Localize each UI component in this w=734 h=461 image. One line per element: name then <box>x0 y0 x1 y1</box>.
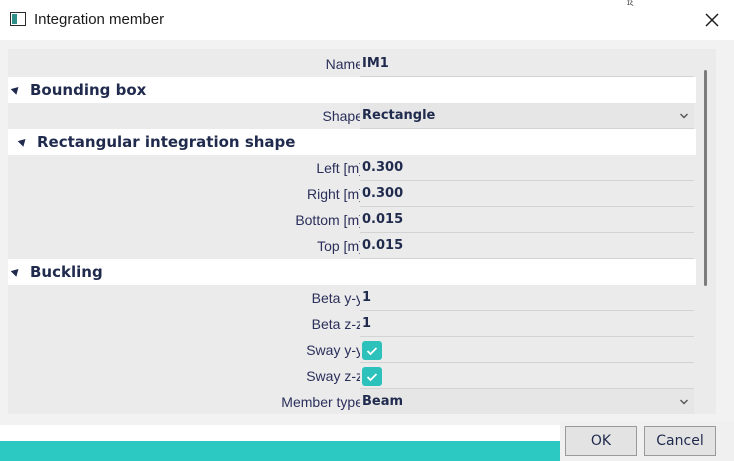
collapse-triangle-icon[interactable] <box>10 84 22 95</box>
section-bounding-box[interactable]: Bounding box <box>8 77 696 103</box>
bottom-value: 0.015 <box>362 212 404 227</box>
title-bar: Integration member ɪξ <box>0 0 734 40</box>
checkmark-icon <box>366 372 378 381</box>
sway-yy-cell <box>360 337 694 363</box>
property-label: Sway z-z <box>306 368 363 384</box>
property-row-sway-zz: Sway z-z <box>8 363 696 389</box>
property-row-beta-zz: Beta z-z 1 <box>8 311 696 337</box>
left-value: 0.300 <box>362 160 404 175</box>
property-row-bottom: Bottom [m] 0.015 <box>8 207 696 233</box>
left-field[interactable]: 0.300 <box>360 155 694 181</box>
property-row-sway-yy: Sway y-y <box>8 337 696 363</box>
ok-button[interactable]: OK <box>565 426 637 456</box>
right-field[interactable]: 0.300 <box>360 181 694 207</box>
bottom-field[interactable]: 0.015 <box>360 207 694 233</box>
property-label: Name <box>325 56 363 72</box>
property-label: Left [m] <box>316 160 363 176</box>
close-button[interactable] <box>690 0 734 40</box>
property-label: Beta y-y <box>311 290 363 306</box>
beta-zz-value: 1 <box>362 316 372 331</box>
cancel-button[interactable]: Cancel <box>644 426 716 456</box>
property-row-top: Top [m] 0.015 <box>8 233 696 259</box>
member-type-value: Beam <box>362 394 404 409</box>
top-mark: ɪξ <box>627 0 634 6</box>
section-title: Rectangular integration shape <box>37 133 296 151</box>
section-title: Buckling <box>30 263 103 281</box>
member-type-select[interactable]: Beam <box>360 389 694 414</box>
section-rectangular-shape[interactable]: Rectangular integration shape <box>8 129 696 155</box>
property-row-name: Name IM1 <box>8 51 696 77</box>
property-row-shape: Shape Rectangle <box>8 103 696 129</box>
property-label: Member type <box>281 394 363 410</box>
property-row-left: Left [m] 0.300 <box>8 155 696 181</box>
property-label: Right [m] <box>306 186 363 202</box>
property-label: Sway y-y <box>306 342 363 358</box>
sway-yy-checkbox[interactable] <box>362 341 382 360</box>
collapse-triangle-icon[interactable] <box>17 136 29 147</box>
property-row-beta-yy: Beta y-y 1 <box>8 285 696 311</box>
name-value: IM1 <box>362 56 389 71</box>
chevron-down-icon <box>680 399 688 405</box>
sway-zz-checkbox[interactable] <box>362 367 382 386</box>
beta-zz-field[interactable]: 1 <box>360 311 694 337</box>
checkmark-icon <box>366 346 378 355</box>
beta-yy-field[interactable]: 1 <box>360 285 694 311</box>
vertical-scrollbar[interactable] <box>704 70 707 286</box>
section-buckling[interactable]: Buckling <box>8 259 696 285</box>
name-field[interactable]: IM1 <box>360 51 694 77</box>
shape-value: Rectangle <box>362 108 436 123</box>
property-row-member-type: Member type Beam <box>8 389 696 414</box>
property-label: Top [m] <box>317 238 363 254</box>
property-label: Beta z-z <box>311 316 363 332</box>
window-title: Integration member <box>34 11 165 28</box>
close-icon <box>705 13 719 27</box>
shape-select[interactable]: Rectangle <box>360 103 694 129</box>
section-title: Bounding box <box>30 81 147 99</box>
collapse-triangle-icon[interactable] <box>10 266 22 277</box>
sway-zz-cell <box>360 363 694 389</box>
top-field[interactable]: 0.015 <box>360 233 694 259</box>
beta-yy-value: 1 <box>362 290 372 305</box>
window-icon <box>10 12 26 26</box>
property-label: Shape <box>322 108 363 124</box>
chevron-down-icon <box>680 113 688 119</box>
dialog-window: Integration member ɪξ Name IM1 Bounding … <box>0 0 734 461</box>
top-value: 0.015 <box>362 238 404 253</box>
property-label: Bottom [m] <box>295 212 363 228</box>
property-row-right: Right [m] 0.300 <box>8 181 696 207</box>
right-value: 0.300 <box>362 186 404 201</box>
property-grid: Name IM1 Bounding box Shape Rectangle Re… <box>8 49 716 414</box>
